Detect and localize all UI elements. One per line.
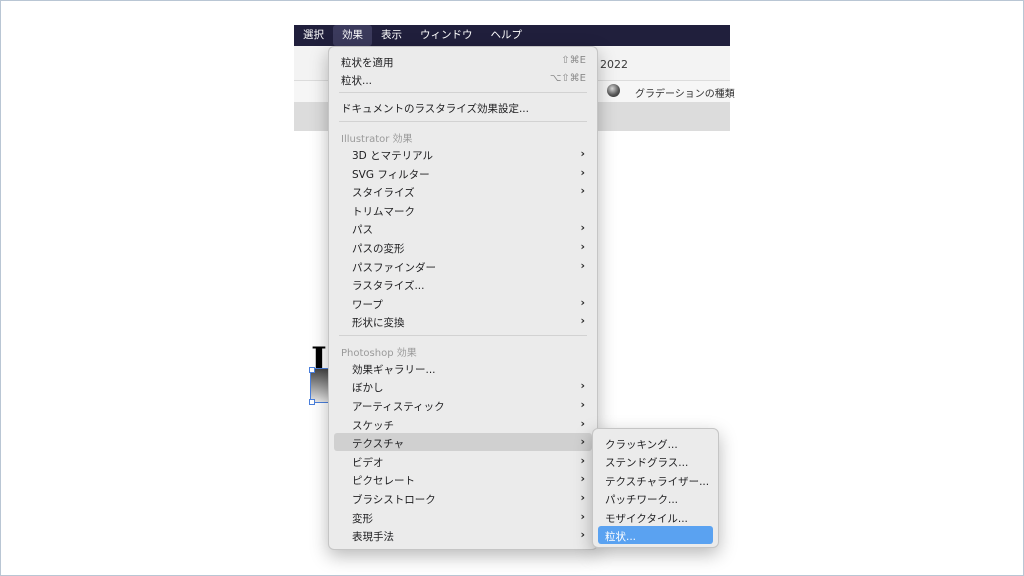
menu-view[interactable]: 表示 <box>372 25 411 46</box>
menu-help[interactable]: ヘルプ <box>482 25 532 46</box>
chevron-right-icon: › <box>580 510 585 523</box>
menu-bar: 選択 効果 表示 ウィンドウ ヘルプ <box>294 25 730 46</box>
shortcut-label: ⌥⇧⌘E <box>549 73 586 84</box>
menu-item-label: トリムマーク <box>352 206 415 218</box>
chevron-right-icon: › <box>580 491 585 504</box>
menu-item-label: 粒状... <box>605 531 637 543</box>
shortcut-label: ⇧⌘E <box>561 55 586 66</box>
menu-item-stylize-photoshop[interactable]: 表現手法 › <box>334 526 592 544</box>
chevron-right-icon: › <box>580 240 585 253</box>
menu-item-label: テクスチャライザー... <box>605 476 710 488</box>
menu-item-mosaic-tiles[interactable]: モザイクタイル... <box>598 508 713 526</box>
chevron-right-icon: › <box>580 398 585 411</box>
menu-item-blur[interactable]: ぼかし › <box>334 377 592 395</box>
chevron-right-icon: › <box>580 379 585 392</box>
menu-item-path[interactable]: パス › <box>334 219 592 237</box>
menu-item-label: ドキュメントのラスタライズ効果設定... <box>341 103 529 115</box>
menu-item-label: モザイクタイル... <box>605 513 688 525</box>
gradient-type-label: グラデーションの種類 <box>635 89 735 100</box>
menu-item-label: クラッキング... <box>605 439 678 451</box>
menu-item-craquelure[interactable]: クラッキング... <box>598 434 713 452</box>
menu-item-texturizer[interactable]: テクスチャライザー... <box>598 471 713 489</box>
menu-item-raster-settings[interactable]: ドキュメントのラスタライズ効果設定... <box>334 98 592 116</box>
menu-item-last-effect[interactable]: 粒状... ⌥⇧⌘E <box>334 70 592 88</box>
chevron-right-icon: › <box>580 296 585 309</box>
menu-item-label: スタイライズ <box>352 187 415 199</box>
menu-item-patchwork[interactable]: パッチワーク... <box>598 489 713 507</box>
menu-item-label: 粒状を適用 <box>341 57 394 69</box>
menu-item-label: パッチワーク... <box>605 494 679 506</box>
menu-item-texture[interactable]: テクスチャ › <box>334 433 592 451</box>
chevron-right-icon: › <box>580 221 585 234</box>
menu-separator <box>339 121 587 122</box>
menu-item-sketch[interactable]: スケッチ › <box>334 415 592 433</box>
menu-item-label: 表現手法 <box>352 531 394 543</box>
menu-item-brush-strokes[interactable]: ブラシストローク › <box>334 489 592 507</box>
menu-effect[interactable]: 効果 <box>333 25 372 46</box>
chevron-right-icon: › <box>580 184 585 197</box>
effect-menu: 粒状を適用 ⇧⌘E 粒状... ⌥⇧⌘E ドキュメントのラスタライズ効果設定..… <box>328 46 598 550</box>
menu-item-label: アーティスティック <box>352 401 445 413</box>
menu-item-distort-transform[interactable]: パスの変形 › <box>334 238 592 256</box>
menu-item-apply-last-effect[interactable]: 粒状を適用 ⇧⌘E <box>334 52 592 70</box>
menu-item-stylize[interactable]: スタイライズ › <box>334 182 592 200</box>
menu-item-stained-glass[interactable]: ステンドグラス... <box>598 452 713 470</box>
menu-item-3d-materials[interactable]: 3D とマテリアル › <box>334 145 592 163</box>
menu-item-label: 3D とマテリアル <box>352 150 433 162</box>
texture-submenu: クラッキング... ステンドグラス... テクスチャライザー... パッチワーク… <box>592 428 719 548</box>
menu-window[interactable]: ウィンドウ <box>411 25 482 46</box>
menu-item-video[interactable]: ビデオ › <box>334 452 592 470</box>
menu-item-label: ラスタライズ... <box>352 280 425 292</box>
chevron-right-icon: › <box>580 147 585 160</box>
menu-item-distort[interactable]: 変形 › <box>334 508 592 526</box>
menu-item-label: パスの変形 <box>352 243 405 255</box>
menu-select[interactable]: 選択 <box>294 25 333 46</box>
menu-item-svg-filters[interactable]: SVG フィルター › <box>334 164 592 182</box>
menu-item-label: 変形 <box>352 513 373 525</box>
chevron-right-icon: › <box>580 166 585 179</box>
menu-item-label: スケッチ <box>352 420 394 432</box>
menu-item-label: テクスチャ <box>352 438 405 450</box>
menu-item-label: ピクセレート <box>352 475 415 487</box>
chevron-right-icon: › <box>580 454 585 467</box>
menu-item-label: ブラシストローク <box>352 494 436 506</box>
menu-item-artistic[interactable]: アーティスティック › <box>334 396 592 414</box>
menu-item-rasterize[interactable]: ラスタライズ... <box>334 275 592 293</box>
menu-item-trim-marks[interactable]: トリムマーク <box>334 201 592 219</box>
gradient-sphere-icon[interactable] <box>607 84 620 97</box>
menu-item-label: ステンドグラス... <box>605 457 689 469</box>
chevron-right-icon: › <box>580 417 585 430</box>
menu-item-label: パスファインダー <box>352 262 436 274</box>
menu-item-pixelate[interactable]: ピクセレート › <box>334 470 592 488</box>
photoshop-effects-header: Photoshop 効果 <box>341 348 417 359</box>
menu-item-label: SVG フィルター <box>352 169 430 181</box>
illustrator-effects-header: Illustrator 効果 <box>341 134 413 145</box>
chevron-right-icon: › <box>580 528 585 541</box>
menu-item-effect-gallery[interactable]: 効果ギャラリー... <box>334 359 592 377</box>
selection-handle[interactable] <box>309 399 315 405</box>
menu-item-label: 形状に変換 <box>352 317 405 329</box>
menu-item-label: 効果ギャラリー... <box>352 364 436 376</box>
menu-item-label: パス <box>352 224 373 236</box>
menu-item-warp[interactable]: ワープ › <box>334 294 592 312</box>
menu-item-grain[interactable]: 粒状... <box>598 526 713 544</box>
selection-handle[interactable] <box>309 367 315 373</box>
menu-item-label: 粒状... <box>341 75 373 87</box>
menu-separator <box>339 335 587 336</box>
chevron-right-icon: › <box>580 314 585 327</box>
chevron-right-icon: › <box>580 259 585 272</box>
menu-item-label: ビデオ <box>352 457 384 469</box>
menu-item-convert-to-shape[interactable]: 形状に変換 › <box>334 312 592 330</box>
chevron-right-icon: › <box>580 472 585 485</box>
menu-item-label: ぼかし <box>352 382 384 394</box>
menu-item-label: ワープ <box>352 299 383 311</box>
chevron-right-icon: › <box>580 435 585 448</box>
menu-separator <box>339 92 587 93</box>
menu-item-pathfinder[interactable]: パスファインダー › <box>334 257 592 275</box>
